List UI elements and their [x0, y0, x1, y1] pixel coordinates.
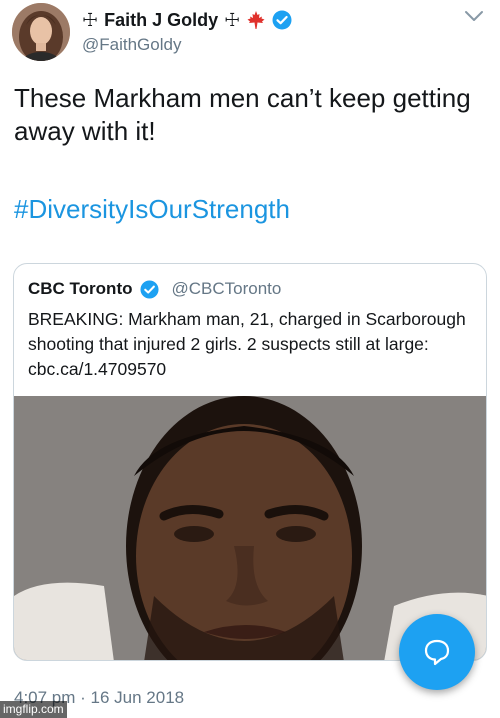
verified-badge-icon [272, 10, 292, 30]
cross-right-icon: ☩ [224, 9, 241, 31]
reply-button[interactable] [399, 614, 475, 690]
quoted-tweet-text: BREAKING: Markham man, 21, charged in Sc… [28, 309, 466, 379]
author-display-name[interactable]: Faith J Goldy [104, 10, 218, 31]
tweet-text: These Markham men can’t keep getting awa… [14, 83, 471, 146]
quoted-tweet-card[interactable]: CBC Toronto @CBCToronto BREAKING: Markha… [13, 263, 487, 661]
author-name-row[interactable]: ☩ Faith J Goldy ☩ [82, 8, 292, 32]
author-avatar[interactable] [12, 3, 70, 61]
chevron-down-icon[interactable] [463, 8, 485, 24]
imgflip-watermark: imgflip.com [0, 701, 67, 718]
avatar-photo [12, 3, 70, 61]
tweet-header: ☩ Faith J Goldy ☩ @FaithGoldy [0, 0, 500, 66]
cross-left-icon: ☩ [82, 9, 99, 31]
quoted-display-name: CBC Toronto [28, 279, 133, 298]
quoted-handle: @CBCToronto [171, 279, 282, 298]
speech-bubble-icon [424, 639, 450, 666]
author-handle[interactable]: @FaithGoldy [82, 35, 181, 55]
quoted-author-row[interactable]: CBC Toronto @CBCToronto [28, 277, 281, 301]
maple-leaf-icon [247, 11, 265, 29]
hashtag-link[interactable]: #DiversityIsOurStrength [14, 193, 290, 226]
verified-badge-icon [139, 279, 159, 299]
